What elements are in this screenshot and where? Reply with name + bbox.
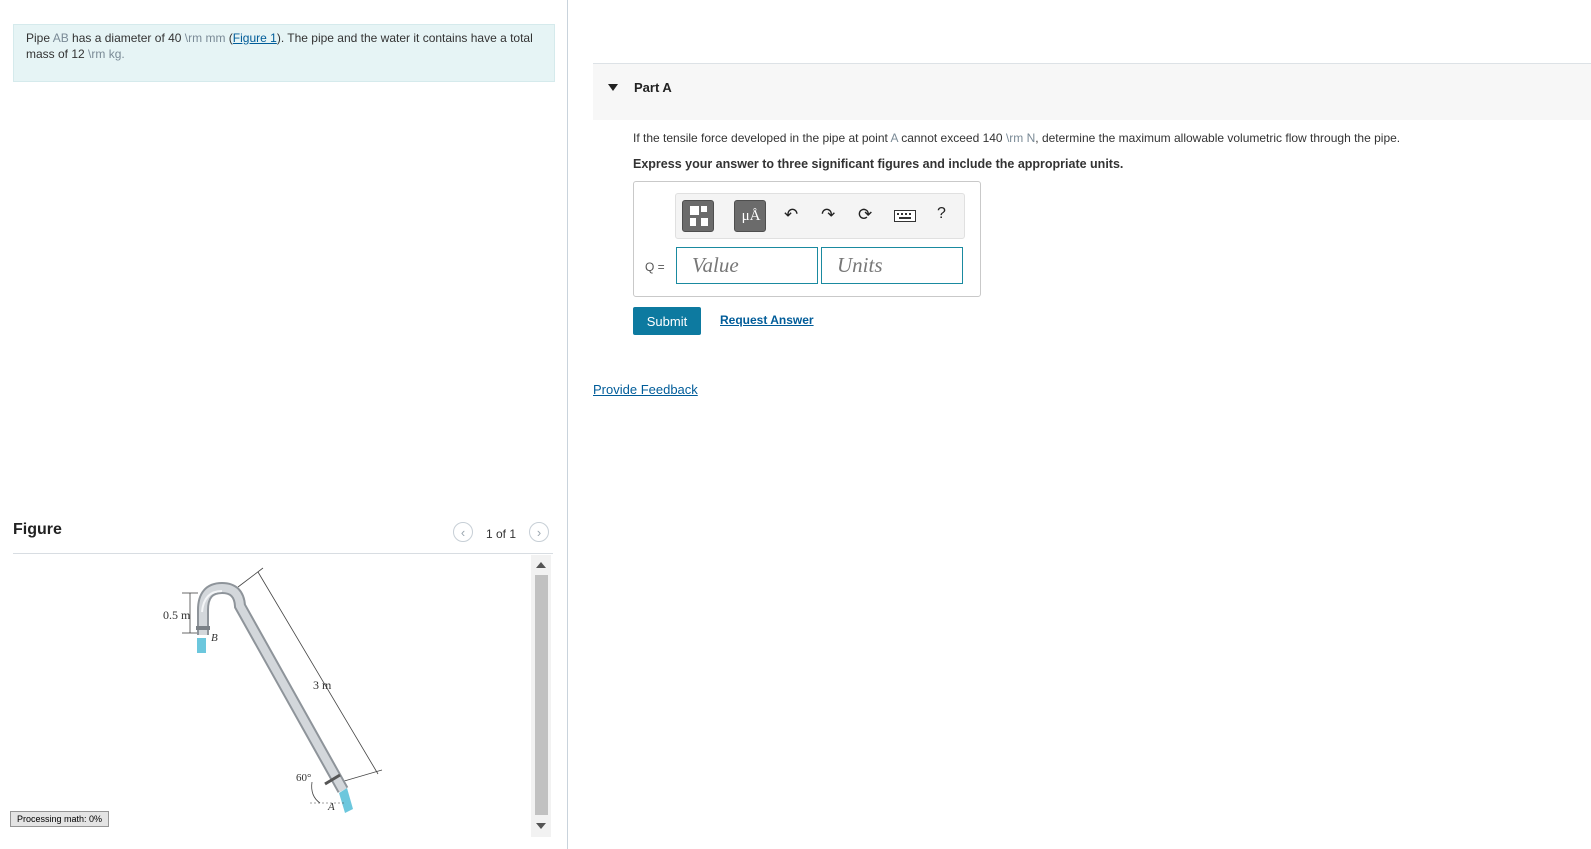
provide-feedback-link[interactable]: Provide Feedback <box>593 382 698 397</box>
redo-icon[interactable]: ↷ <box>821 205 835 225</box>
question-text: If the tensile force developed in the pi… <box>633 131 1400 145</box>
caret-down-icon[interactable] <box>608 84 618 91</box>
help-icon[interactable]: ? <box>937 205 946 223</box>
chevron-right-icon[interactable]: › <box>529 522 549 542</box>
point-a-label: A <box>327 801 335 813</box>
pipe-figure: 0.5 m B 3 m 60° A <box>163 567 383 813</box>
figure-divider <box>13 553 553 554</box>
problem-text: has a diameter of 40 <box>68 31 185 45</box>
keyboard-icon[interactable] <box>894 210 916 222</box>
scroll-thumb[interactable] <box>535 575 548 815</box>
question-text: If the tensile force developed in the pi… <box>633 131 891 145</box>
length-label: 3 m <box>313 678 332 692</box>
point-b-label: B <box>211 632 218 644</box>
pipe-label: AB <box>52 31 69 45</box>
figure-link[interactable]: Figure 1 <box>233 31 277 45</box>
value-input[interactable] <box>676 247 818 284</box>
question-text: , determine the maximum allowable volume… <box>1035 131 1401 145</box>
figure-heading: Figure <box>13 521 62 538</box>
pane-divider[interactable] <box>567 0 568 849</box>
problem-text: ( <box>225 31 233 45</box>
template-icon[interactable] <box>682 200 714 232</box>
answer-instruction: Express your answer to three significant… <box>633 157 1124 171</box>
reset-icon[interactable]: ⟳ <box>858 205 872 225</box>
request-answer-link[interactable]: Request Answer <box>720 313 814 327</box>
submit-button[interactable]: Submit <box>633 307 701 335</box>
problem-text: Pipe <box>26 31 53 45</box>
diameter-unit: \rm mm <box>184 31 226 45</box>
angle-label: 60° <box>296 772 311 784</box>
units-button[interactable]: μÅ <box>734 200 766 232</box>
math-toolbar: μÅ ↶ ↷ ⟳ ? <box>675 193 965 239</box>
point-label: A <box>890 131 898 145</box>
height-label: 0.5 m <box>163 608 191 622</box>
question-text: cannot exceed 140 <box>897 131 1006 145</box>
scroll-up-icon[interactable] <box>536 562 546 568</box>
problem-statement: Pipe AB has a diameter of 40 \rm mm (Fig… <box>13 24 555 82</box>
part-title: Part A <box>634 80 672 95</box>
chevron-left-icon[interactable]: ‹ <box>453 522 473 542</box>
units-input[interactable] <box>821 247 963 284</box>
next-figure-button[interactable]: › <box>529 522 549 542</box>
mass-unit: \rm kg. <box>88 46 125 61</box>
figure-scrollbar[interactable] <box>531 555 551 837</box>
part-header[interactable]: Part A <box>593 63 1591 120</box>
processing-math-indicator: Processing math: 0% <box>10 811 110 827</box>
prev-figure-button[interactable]: ‹ <box>453 522 473 542</box>
scroll-down-icon[interactable] <box>536 823 546 829</box>
left-pane: Pipe AB has a diameter of 40 \rm mm (Fig… <box>0 0 567 849</box>
answer-label: Q = <box>645 260 665 274</box>
force-unit: \rm N <box>1005 131 1036 145</box>
units-label: μÅ <box>741 208 761 224</box>
undo-icon[interactable]: ↶ <box>784 205 798 225</box>
answer-box: μÅ ↶ ↷ ⟳ ? Q = <box>633 181 981 297</box>
figure-page-count: 1 of 1 <box>486 527 517 541</box>
